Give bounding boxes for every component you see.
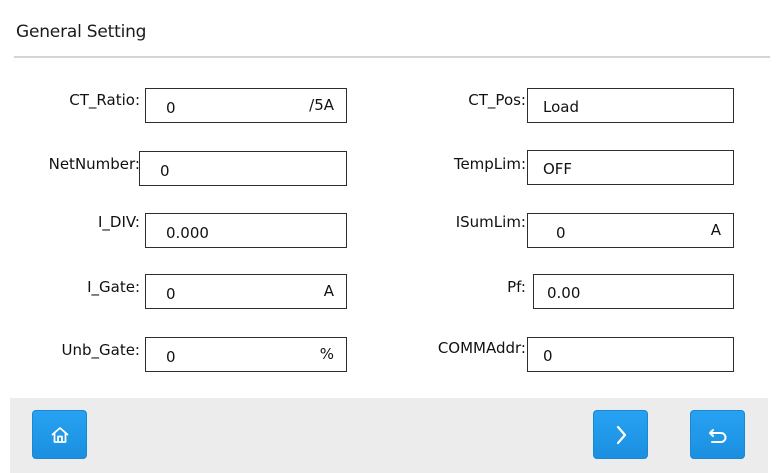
isum-lim-field[interactable]: 0 A (527, 213, 734, 248)
bottom-toolbar (10, 398, 768, 473)
next-button[interactable] (593, 410, 648, 459)
title-divider (14, 56, 770, 58)
comm-addr-field[interactable]: 0 (527, 337, 734, 372)
net-number-field[interactable]: 0 (139, 151, 347, 186)
ct-ratio-unit: /5A (309, 96, 334, 114)
ct-pos-label: CT_Pos: (468, 91, 526, 109)
comm-addr-value: 0 (543, 347, 553, 365)
back-button[interactable] (690, 410, 745, 459)
net-number-label: NetNumber: (48, 155, 140, 173)
isum-lim-value: 0 (556, 224, 566, 242)
i-div-label: I_DIV: (98, 213, 140, 231)
ct-pos-field[interactable]: Load (527, 88, 734, 123)
temp-lim-field[interactable]: OFF (527, 150, 734, 185)
pf-label: Pf: (507, 278, 526, 296)
page-title: General Setting (16, 22, 147, 42)
i-gate-value: 0 (166, 285, 176, 303)
pf-field[interactable]: 0.00 (533, 274, 734, 309)
ct-pos-value: Load (543, 98, 579, 116)
ct-ratio-label: CT_Ratio: (69, 91, 140, 109)
i-gate-field[interactable]: 0 A (145, 274, 347, 309)
home-icon (51, 426, 68, 443)
i-gate-label: I_Gate: (87, 278, 140, 296)
temp-lim-label: TempLim: (453, 155, 526, 173)
home-button[interactable] (32, 410, 87, 459)
unb-gate-value: 0 (166, 348, 176, 366)
isum-lim-unit: A (710, 221, 721, 239)
i-div-value: 0.000 (166, 224, 209, 242)
comm-addr-label: COMMAddr: (437, 339, 526, 357)
ct-ratio-field[interactable]: 0 /5A (145, 88, 347, 123)
net-number-value: 0 (160, 162, 170, 180)
i-gate-unit: A (323, 282, 334, 300)
return-icon (708, 428, 726, 443)
pf-value: 0.00 (547, 284, 581, 302)
i-div-field[interactable]: 0.000 (145, 213, 347, 248)
unb-gate-label: Unb_Gate: (61, 341, 141, 359)
chevron-right-icon (616, 425, 626, 444)
unb-gate-field[interactable]: 0 % (145, 337, 347, 372)
isum-lim-label: ISumLim: (455, 213, 526, 231)
temp-lim-value: OFF (543, 160, 573, 178)
ct-ratio-value: 0 (166, 99, 176, 117)
unb-gate-unit: % (319, 345, 334, 363)
